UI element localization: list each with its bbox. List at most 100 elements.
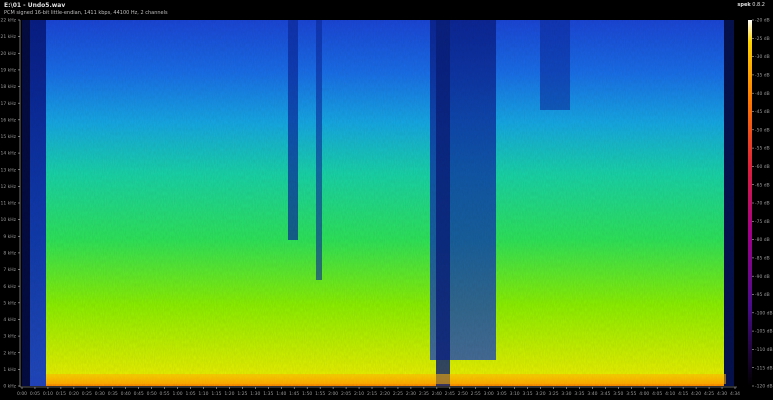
time-tick-label: 3:35 <box>574 391 584 397</box>
time-tick-label: 0:45 <box>134 391 144 397</box>
freq-tick-label: 7 kHz <box>3 267 16 273</box>
freq-tick-label: 8 kHz <box>3 251 16 257</box>
time-tick-label: 2:35 <box>419 391 429 397</box>
db-tick-label: -55 dB <box>755 146 770 152</box>
freq-tick-label: 16 kHz <box>0 117 16 123</box>
time-tick-label: 4:20 <box>691 391 701 397</box>
db-tick-label: -75 dB <box>755 219 770 225</box>
db-tick-label: -95 dB <box>755 292 770 298</box>
time-tick-label: 2:40 <box>432 391 442 397</box>
db-tick-label: -30 dB <box>755 54 770 60</box>
time-tick-label: 1:00 <box>173 391 183 397</box>
time-tick-label: 3:25 <box>548 391 558 397</box>
db-tick-label: -25 dB <box>755 36 770 42</box>
time-tick-label: 4:10 <box>665 391 675 397</box>
db-tick-label: -65 dB <box>755 182 770 188</box>
db-tick-label: -90 dB <box>755 274 770 280</box>
time-tick-label: 3:30 <box>561 391 571 397</box>
time-tick-label: 1:05 <box>185 391 195 397</box>
freq-tick-label: 5 kHz <box>3 300 16 306</box>
freq-tick-label: 14 kHz <box>0 151 16 157</box>
time-tick-label: 3:45 <box>600 391 610 397</box>
time-tick-label: 0:30 <box>95 391 105 397</box>
time-tick-label: 1:40 <box>276 391 286 397</box>
time-tick-label: 1:45 <box>289 391 299 397</box>
freq-tick-label: 13 kHz <box>0 167 16 173</box>
freq-tick-label: 4 kHz <box>3 317 16 323</box>
db-scale-axis: -20 dB -25 dB -30 dB -35 dB -40 dB -45 dB -50 … <box>752 18 773 390</box>
db-tick-label: -20 dB <box>755 18 770 24</box>
time-tick-label: 2:15 <box>367 391 377 397</box>
time-tick-label: 3:10 <box>510 391 520 397</box>
time-tick-label: 1:25 <box>237 391 247 397</box>
freq-tick-label: 21 kHz <box>0 34 16 40</box>
freq-tick-label: 9 kHz <box>3 234 16 240</box>
time-tick-label: 0:05 <box>30 391 40 397</box>
db-tick-label: -120 dB <box>755 384 773 390</box>
freq-tick-label: 18 kHz <box>0 84 16 90</box>
time-tick-label: 0:20 <box>69 391 79 397</box>
time-tick-label: 2:30 <box>406 391 416 397</box>
freq-tick-label: 22 kHz <box>0 18 16 24</box>
time-tick-label: 3:00 <box>484 391 494 397</box>
time-tick-label: 4:25 <box>704 391 714 397</box>
db-tick-label: -115 dB <box>755 365 773 371</box>
db-tick-label: -50 dB <box>755 127 770 133</box>
time-tick-label: 0:00 <box>17 391 27 397</box>
time-tick-label: 4:00 <box>639 391 649 397</box>
freq-tick-label: 2 kHz <box>3 350 16 356</box>
time-tick-label: 2:55 <box>471 391 481 397</box>
freq-tick-label: 10 kHz <box>0 217 16 223</box>
db-tick-label: -85 dB <box>755 256 770 262</box>
time-tick-label: 0:50 <box>147 391 157 397</box>
time-tick-label: 1:50 <box>302 391 312 397</box>
time-tick-label: 4:30 <box>717 391 727 397</box>
time-tick-label: 2:50 <box>458 391 468 397</box>
db-tick-label: -70 dB <box>755 201 770 207</box>
frequency-axis: 0 kHz 1 kHz 2 kHz 3 kHz 4 kHz 5 kHz 6 kHz 7 kHz… <box>0 18 20 390</box>
db-tick-label: -35 dB <box>755 73 770 79</box>
time-axis: 0:00 0:05 0:10 0:15 0:20 0:25 0:30 0:35 0:40 0:45… <box>17 387 740 397</box>
time-tick-label: 3:55 <box>626 391 636 397</box>
freq-tick-label: 15 kHz <box>0 134 16 140</box>
time-tick-label: 3:05 <box>497 391 507 397</box>
freq-tick-label: 11 kHz <box>0 201 16 207</box>
time-tick-label: 0:25 <box>82 391 92 397</box>
time-tick-label: 1:10 <box>198 391 208 397</box>
freq-tick-label: 0 kHz <box>3 384 16 390</box>
db-tick-label: -40 dB <box>755 91 770 97</box>
freq-tick-label: 3 kHz <box>3 334 16 340</box>
freq-tick-label: 6 kHz <box>3 284 16 290</box>
db-tick-label: -110 dB <box>755 347 773 353</box>
time-tick-label: 1:30 <box>250 391 260 397</box>
time-tick-label: 1:20 <box>224 391 234 397</box>
db-tick-label: -105 dB <box>755 329 773 335</box>
time-tick-label: 2:25 <box>393 391 403 397</box>
time-tick-label: 4:05 <box>652 391 662 397</box>
time-tick-label: 0:10 <box>43 391 53 397</box>
time-tick-label: 1:55 <box>315 391 325 397</box>
time-tick-label: 0:40 <box>121 391 131 397</box>
time-tick-label: 0:55 <box>160 391 170 397</box>
freq-tick-label: 1 kHz <box>3 367 16 373</box>
time-tick-label: 1:15 <box>211 391 221 397</box>
time-tick-label: 3:20 <box>535 391 545 397</box>
freq-tick-label: 12 kHz <box>0 184 16 190</box>
time-tick-label: 4:15 <box>678 391 688 397</box>
freq-tick-label: 19 kHz <box>0 68 16 74</box>
freq-tick-label: 20 kHz <box>0 51 16 57</box>
time-tick-label: 3:15 <box>523 391 533 397</box>
time-tick-label: 2:00 <box>328 391 338 397</box>
time-tick-label: 2:10 <box>354 391 364 397</box>
time-tick-label: 0:35 <box>108 391 118 397</box>
spectrogram-view: 0 kHz 1 kHz 2 kHz 3 kHz 4 kHz 5 kHz 6 kHz 7 kHz… <box>0 18 773 397</box>
time-tick-label: 0:15 <box>56 391 66 397</box>
time-tick-label: 2:45 <box>445 391 455 397</box>
db-tick-label: -80 dB <box>755 237 770 243</box>
time-tick-label: 3:50 <box>613 391 623 397</box>
freq-tick-label: 17 kHz <box>0 101 16 107</box>
db-tick-label: -45 dB <box>755 109 770 115</box>
time-tick-label: 2:05 <box>341 391 351 397</box>
time-tick-label: 4:34 <box>730 391 740 397</box>
db-tick-label: -60 dB <box>755 164 770 170</box>
